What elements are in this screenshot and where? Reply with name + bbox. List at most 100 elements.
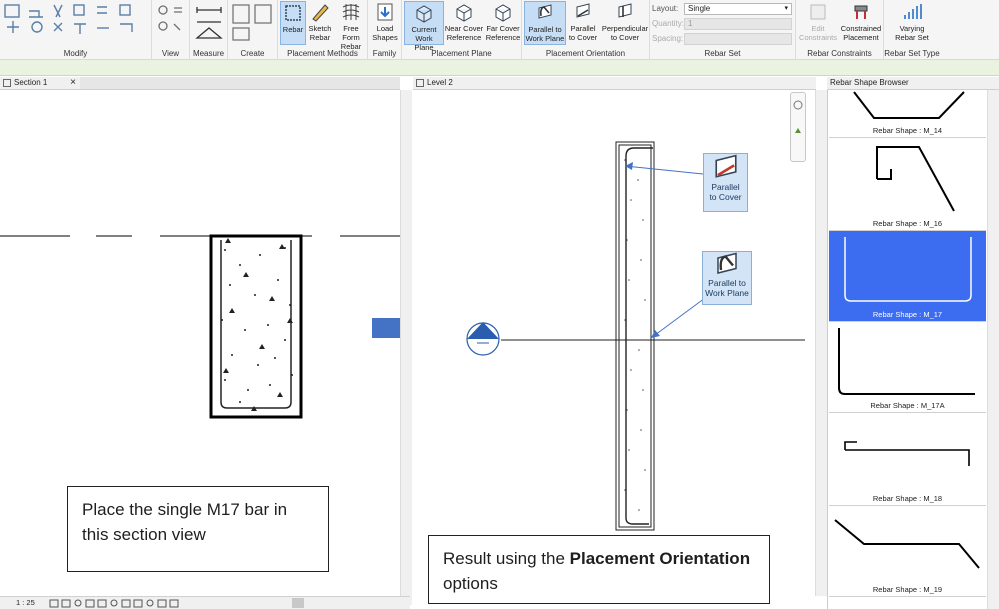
sketch-rebar-button[interactable]: Sketch Rebar [306,1,334,45]
rebar-constraints-label: Rebar Constraints [807,49,872,58]
plan-view-icon [416,79,424,87]
parallel-cover-icon [576,3,590,18]
far-cover-label-2: Reference [485,33,521,42]
shape-m14[interactable]: Rebar Shape : M_14 [829,90,986,138]
result-suffix: options [443,574,498,593]
quantity-label: Quantity: [652,19,685,28]
placement-plane-label: Placement Plane [431,49,492,58]
tab-section-1[interactable]: Section 1 × [0,77,80,90]
middle-vertical-scrollbar[interactable] [815,90,827,596]
create-panel: Create [228,0,278,60]
shape-m17[interactable]: Rebar Shape : M_17 [829,231,986,322]
options-bar [0,60,999,76]
free-form-rebar-button[interactable]: Free Form Rebar [334,1,368,51]
rebar-set-type-label: Rebar Set Type [884,49,940,58]
tab-strip-left [80,77,400,90]
varying-label-2: Rebar Set [895,33,929,42]
result-bold: Placement Orientation [569,549,751,568]
shape-m17-caption: Rebar Shape : M_17 [872,310,943,319]
shape-m16[interactable]: Rebar Shape : M_16 [829,139,986,231]
load-icon [377,3,393,21]
edit-constraints-label-2: Constraints [799,33,837,42]
tip-cover-line-1: Parallel [711,182,740,192]
shape-m18[interactable]: Rebar Shape : M_18 [829,414,986,506]
shape-m14-caption: Rebar Shape : M_14 [872,126,943,135]
tip-cover-line-2: to Cover [709,192,742,202]
near-cover-reference-button[interactable]: Near Cover Reference [444,1,484,45]
view-scale[interactable]: 1 : 25 [16,597,35,609]
placement-orientation-panel: Parallel to Work Plane Parallel to Cover… [522,0,650,60]
quantity-value: 1 [688,19,693,28]
far-cover-reference-button[interactable]: Far Cover Reference [484,1,522,45]
varying-rebar-set-button[interactable]: Varying Rebar Set [888,1,936,45]
current-wp-label-1: Current [411,25,437,34]
measure-panel: Measure [190,0,228,60]
measure-icon[interactable] [192,2,226,46]
sketch-rebar-label-2: Rebar [309,33,331,42]
section-view-icon [3,79,11,87]
load-shapes-button[interactable]: Load Shapes [370,1,400,45]
cube-far-icon [495,4,511,22]
constrained-label-1: Constrained [840,24,882,33]
zoom-icon [793,100,803,133]
left-vertical-scrollbar[interactable] [400,90,412,596]
shape-m19[interactable]: Rebar Shape : M_19 [829,506,986,597]
rebar-button[interactable]: Rebar [280,1,306,45]
perpendicular-cover-icon [618,3,632,18]
navigation-bar[interactable] [790,92,806,162]
view-control-bar: 1 : 25 [0,596,410,609]
view-tools-icons[interactable] [154,2,188,46]
current-work-plane-button[interactable]: Current Work Plane [404,1,444,52]
perpendicular-to-cover-button[interactable]: Perpendicular to Cover [600,1,650,45]
create-icons[interactable] [230,2,276,46]
rebar-constraints-panel: Edit Constraints Constrained Placement R… [796,0,884,60]
shape-m19-drawing [834,519,980,569]
tab-level-2[interactable]: Level 2 [413,77,816,90]
view-panel-label: View [161,49,180,58]
arrow-right-icon [372,318,400,338]
shape-m18-caption: Rebar Shape : M_18 [872,494,943,503]
create-panel-label: Create [240,49,265,58]
edit-constraints-button[interactable]: Edit Constraints [798,1,838,45]
left-horizontal-scrollbar[interactable] [410,596,412,605]
right-result-box: Result using the Placement Orientation o… [428,535,770,604]
shape-browser-scrollbar[interactable] [987,90,999,609]
chevron-down-icon: ▾ [784,5,788,12]
near-cover-label-1: Near Cover [444,24,484,33]
modify-panel-label: Modify [63,49,88,58]
edit-constraints-icon [810,4,826,20]
cube-icon [416,5,432,23]
constrained-placement-button[interactable]: Constrained Placement [838,1,884,45]
pencil-icon [312,4,329,22]
parallel-to-work-plane-tooltip: Parallel to Work Plane [702,251,752,305]
layout-value: Single [688,4,711,13]
shape-m17a[interactable]: Rebar Shape : M_17A [829,322,986,413]
constrained-label-2: Placement [843,33,879,42]
quantity-field[interactable]: 1 [684,18,792,30]
shape-m17a-drawing [838,328,975,395]
status-scroll-thumb[interactable] [292,598,304,608]
mesh-icon [342,4,360,20]
cube-near-icon [456,4,472,22]
spacing-field[interactable] [684,33,792,45]
rebar-icon [285,5,301,21]
tab-rebar-shape-browser[interactable]: Rebar Shape Browser [827,77,999,90]
parallel-wp-label-1: Parallel to [528,25,562,34]
close-icon[interactable]: × [70,77,76,89]
parallel-to-cover-button[interactable]: Parallel to Cover [566,1,600,45]
placement-plane-panel: Current Work Plane Near Cover Reference … [402,0,522,60]
tip-wp-line-1: Parallel to [708,278,746,288]
near-cover-label-2: Reference [446,33,482,42]
shape-m18-drawing [844,441,970,466]
perp-cover-label-2: to Cover [610,33,640,42]
layout-select[interactable]: Single ▾ [684,3,792,15]
shape-m17a-caption: Rebar Shape : M_17A [870,401,945,410]
view-panel: View [152,0,190,60]
varying-rebar-icon [904,4,922,19]
view-control-icons[interactable] [48,598,208,609]
parallel-wp-label-2: Work Plane [525,34,565,43]
placement-methods-label: Placement Methods [287,49,358,58]
parallel-to-work-plane-button[interactable]: Parallel to Work Plane [524,1,566,45]
modify-tools-icons[interactable] [2,2,152,46]
spacing-label: Spacing: [652,34,684,43]
